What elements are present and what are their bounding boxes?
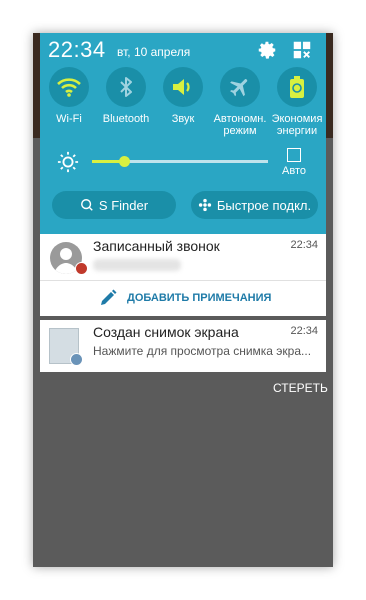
status-row: 22:34 вт, 10 апреля <box>40 33 326 67</box>
brightness-thumb[interactable] <box>118 156 130 167</box>
s-finder-label: S Finder <box>98 197 149 213</box>
quick-toggles: Wi-Fi Bluetooth Звук Автономн. режим Эко… <box>40 67 326 147</box>
toggle-label: Wi-Fi <box>56 113 82 125</box>
toggle-label: Экономия энергии <box>271 113 323 137</box>
toggle-bluetooth[interactable]: Bluetooth <box>97 67 155 125</box>
auto-brightness-label: Авто <box>282 165 306 177</box>
add-note-button[interactable]: ДОБАВИТЬ ПРИМЕЧАНИЯ <box>98 287 271 309</box>
gear-icon[interactable] <box>256 39 278 61</box>
notification-title: Записанный звонок <box>93 238 220 254</box>
screenshot-icon <box>70 353 83 366</box>
toggle-label: Bluetooth <box>102 113 150 125</box>
background-edge <box>33 33 40 138</box>
date: вт, 10 апреля <box>117 45 191 59</box>
grid-icon[interactable] <box>291 39 313 61</box>
notification-title: Создан снимок экрана <box>93 324 239 340</box>
bluetooth-icon <box>106 67 146 107</box>
toggle-airplane[interactable]: Автономн. режим <box>211 67 269 137</box>
notification-subtitle: Нажмите для просмотра снимка экра... <box>93 344 312 358</box>
quick-connect-icon <box>198 198 211 212</box>
power-saving-icon <box>277 67 317 107</box>
sound-icon <box>163 67 203 107</box>
toggle-label: Звук <box>171 113 195 125</box>
clock: 22:34 <box>48 37 106 62</box>
notification-shade: 22:34 вт, 10 апреля Wi-Fi Bluetooth Звук… <box>33 33 333 567</box>
toggle-sound[interactable]: Звук <box>154 67 212 125</box>
quick-connect-button[interactable]: Быстрое подкл. <box>191 191 318 219</box>
notification-recorded-call[interactable]: Записанный звонок 22:34 ДОБАВИТЬ ПРИМЕЧА… <box>40 234 326 316</box>
notification-time: 22:34 <box>290 325 318 337</box>
quick-panel: 22:34 вт, 10 апреля Wi-Fi Bluetooth Звук… <box>40 33 326 260</box>
background-edge <box>326 33 333 138</box>
add-note-label: ДОБАВИТЬ ПРИМЕЧАНИЯ <box>127 292 272 304</box>
toggle-label: Автономн. режим <box>213 113 267 137</box>
wifi-icon <box>49 67 89 107</box>
notification-time: 22:34 <box>290 239 318 251</box>
brightness-row: Авто <box>40 145 326 185</box>
divider <box>40 280 326 281</box>
quick-connect-label: Быстрое подкл. <box>216 197 312 213</box>
search-icon <box>80 199 93 211</box>
brightness-icon <box>57 151 79 173</box>
brightness-slider[interactable] <box>92 156 268 167</box>
blurred-phone-number <box>93 259 181 271</box>
auto-brightness-checkbox[interactable] <box>287 148 301 162</box>
notification-screenshot[interactable]: Создан снимок экрана 22:34 Нажмите для п… <box>40 320 326 372</box>
toggle-wifi[interactable]: Wi-Fi <box>40 67 98 125</box>
s-finder-button[interactable]: S Finder <box>52 191 176 219</box>
pen-icon <box>101 289 117 305</box>
toggle-power-saving[interactable]: Экономия энергии <box>268 67 326 137</box>
airplane-icon <box>220 67 260 107</box>
call-icon <box>75 262 88 275</box>
clear-button[interactable]: СТЕРЕТЬ <box>273 381 328 395</box>
